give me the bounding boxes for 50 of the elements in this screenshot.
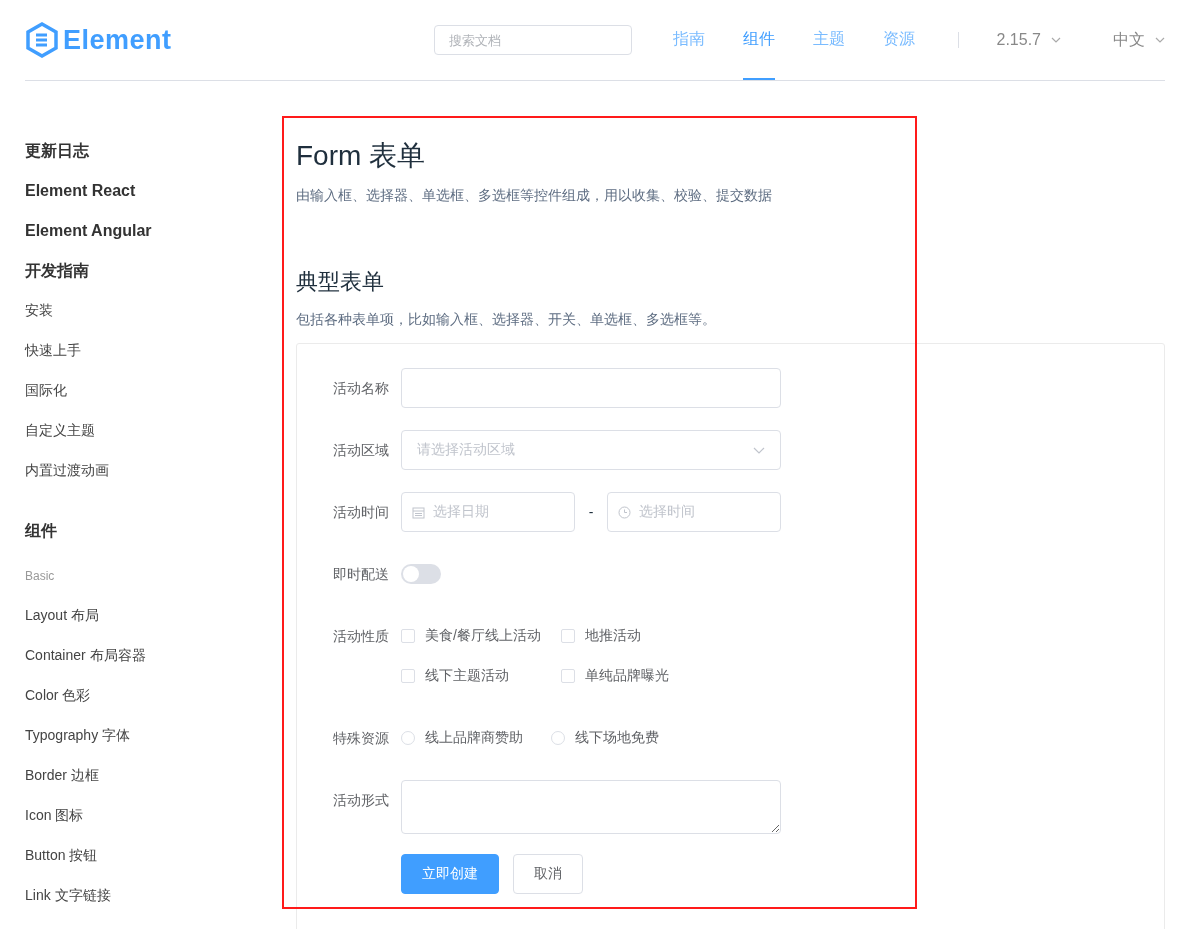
sidebar-item[interactable]: Element Angular [25,211,152,251]
logo-icon [25,22,59,58]
sidebar-item[interactable]: Typography 字体 [25,716,131,756]
clock-icon [618,505,631,519]
sidebar-item[interactable]: Layout 布局 [25,596,99,636]
sidebar-item[interactable]: 更新日志 [25,131,89,171]
checkbox-option[interactable]: 线下主题活动 [401,656,561,696]
section-description: 包括各种表单项，比如输入框、选择器、开关、单选框、多选框等。 [296,311,717,329]
sidebar-item[interactable]: Link 文字链接 [25,876,111,916]
section-title: 典型表单 [296,268,385,296]
field-label: 活动形式 [332,791,390,810]
sidebar-heading: Basic [25,568,55,585]
checkbox-option[interactable]: 地推活动 [561,616,721,656]
sidebar-item[interactable]: Element React [25,171,136,211]
field-label: 即时配送 [332,565,390,584]
sidebar-item[interactable]: 开发指南 [25,251,89,291]
sidebar-item[interactable]: 国际化 [25,371,67,411]
sidebar-item[interactable]: 快速上手 [25,331,81,371]
toggle-switch[interactable] [401,564,441,584]
page-title: Form 表单 [296,139,427,173]
sidebar-item[interactable]: 自定义主题 [25,411,95,451]
page-description: 由输入框、选择器、单选框、多选框等控件组成，用以收集、校验、提交数据 [296,187,773,205]
sidebar-item[interactable]: Border 边框 [25,756,99,796]
chevron-icon [753,446,765,454]
language-dropdown[interactable]: 中文 [1113,29,1165,51]
cancel-button[interactable]: 取消 [513,854,583,894]
version-dropdown[interactable]: 2.15.7 [996,31,1061,49]
sidebar-item[interactable]: Container 布局容器 [25,636,146,676]
sidebar-item[interactable]: 内置过渡动画 [25,451,109,491]
radio-option[interactable]: 线上品牌商赞助 [401,718,523,758]
field-label: 活动性质 [332,627,390,646]
sidebar-heading: 组件 [25,520,57,541]
search-field[interactable]: 搜索文档 [433,25,632,55]
chevron-icon [1155,37,1165,43]
calendar-icon [412,505,425,519]
checkbox-option[interactable]: 单纯品牌曝光 [561,656,721,696]
chevron-icon [1051,37,1061,43]
field-label: 活动时间 [332,503,390,522]
sidebar-item[interactable]: Icon 图标 [25,796,84,836]
field-label: 活动名称 [332,379,390,398]
sidebar-item[interactable]: 安装 [25,291,53,331]
field-label: 特殊资源 [332,729,390,748]
field-label: 活动区域 [332,441,390,460]
range-separator: - [588,504,594,520]
textarea-field[interactable] [401,780,781,834]
sidebar-item[interactable]: Button 按钮 [25,836,98,876]
checkbox-option[interactable]: 美食/餐厅线上活动 [401,616,561,656]
radio-option[interactable]: 线下场地免费 [551,718,659,758]
sidebar-item[interactable]: Color 色彩 [25,676,91,716]
input-field[interactable] [401,368,781,408]
